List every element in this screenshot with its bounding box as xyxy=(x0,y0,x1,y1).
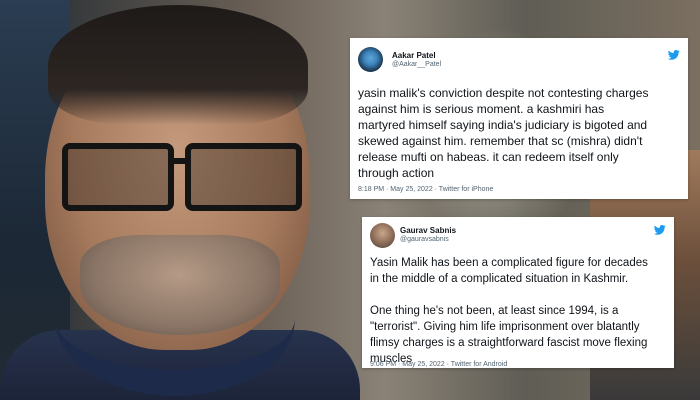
tweet-timestamp[interactable]: 9:06 PM · May 25, 2022 · Twitter for And… xyxy=(370,361,507,368)
twitter-bird-icon[interactable] xyxy=(668,50,680,60)
tweet-author-name[interactable]: Gaurav Sabnis xyxy=(400,226,456,235)
tweet-author-name[interactable]: Aakar Patel xyxy=(392,51,436,60)
photo-hair xyxy=(48,5,308,125)
tweet-card-aakar-patel[interactable]: Aakar Patel @Aakar__Patel yasin malik's … xyxy=(350,38,688,199)
photo-glasses-right-lens xyxy=(185,143,302,211)
tweet-timestamp[interactable]: 8:18 PM · May 25, 2022 · Twitter for iPh… xyxy=(358,186,493,193)
tweet-card-gaurav-sabnis[interactable]: Gaurav Sabnis @gauravsabnis Yasin Malik … xyxy=(362,217,674,368)
photo-glasses-left-lens xyxy=(62,143,174,211)
avatar[interactable] xyxy=(358,47,383,72)
tweet-author-handle[interactable]: @Aakar__Patel xyxy=(392,61,441,68)
twitter-bird-icon[interactable] xyxy=(654,225,666,235)
photo-face-mask xyxy=(55,240,295,396)
tweet-text: yasin malik's conviction despite not con… xyxy=(358,86,649,180)
tweet-text: Yasin Malik has been a complicated figur… xyxy=(370,257,648,365)
avatar[interactable] xyxy=(370,223,395,248)
tweet-author-handle[interactable]: @gauravsabnis xyxy=(400,236,449,243)
